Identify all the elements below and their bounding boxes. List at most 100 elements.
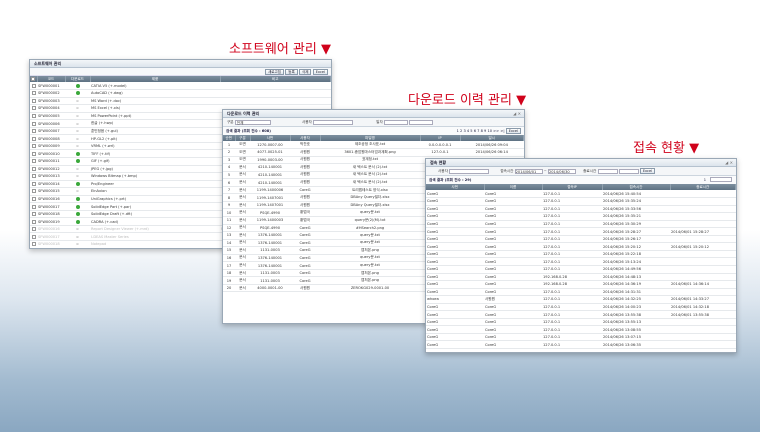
download-excel-button[interactable]: Excel	[505, 128, 521, 134]
type-select[interactable]: 전체	[234, 119, 271, 125]
row-checkbox[interactable]	[30, 157, 37, 166]
checkbox[interactable]	[31, 91, 36, 96]
row-checkbox[interactable]	[30, 112, 37, 121]
row-checkbox[interactable]	[30, 172, 37, 181]
table-row[interactable]: CoreG CoreG 192.168.0.28 2014/06/26 14:36:1…	[426, 280, 736, 289]
checkbox[interactable]	[31, 196, 36, 201]
date-start-input[interactable]	[383, 119, 408, 125]
table-row[interactable]: CoreG CoreG 127.0.0.1 2014/06/26 13:07:15	[426, 333, 736, 342]
table-row[interactable]: CoreG CoreG 127.0.0.1 2014/06/26 14:00:23 20…	[426, 303, 736, 312]
row-checkbox[interactable]	[30, 119, 37, 128]
start-date-input[interactable]: 2014/06/01	[514, 168, 543, 174]
checkbox[interactable]	[31, 83, 36, 88]
row-checkbox[interactable]	[30, 217, 37, 226]
row-checkbox[interactable]	[30, 142, 37, 151]
checkbox[interactable]	[31, 113, 36, 118]
row-checkbox[interactable]	[30, 210, 37, 219]
checkbox[interactable]	[31, 121, 36, 126]
refresh-button[interactable]: 새로고침	[265, 69, 284, 75]
table-row[interactable]: SFW000001 CATIA V5 (+.model)	[30, 82, 331, 91]
row-checkbox[interactable]	[30, 104, 37, 113]
table-cell: CoreG	[426, 280, 484, 289]
delete-button[interactable]: 삭제	[298, 69, 312, 75]
checkbox[interactable]	[31, 212, 36, 217]
access-user-input[interactable]	[449, 168, 490, 174]
row-checkbox[interactable]	[30, 149, 37, 158]
table-row[interactable]: CoreG CoreG 127.0.0.1 2014/06/26 14:31:31	[426, 288, 736, 297]
checkbox[interactable]	[31, 242, 36, 247]
row-checkbox[interactable]	[30, 240, 37, 248]
row-checkbox[interactable]	[30, 248, 37, 249]
table-row[interactable]: CoreG CoreG 127.0.0.1 2014/06/26 15:33:56	[426, 205, 736, 214]
end-time-input-2[interactable]	[618, 168, 639, 174]
row-checkbox[interactable]	[30, 82, 37, 91]
checkbox[interactable]	[31, 227, 36, 232]
table-row[interactable]: CoreG CoreG 127.0.0.1 2014/06/26 15:30:29	[426, 220, 736, 229]
table-row[interactable]: CoreG CoreG 127.0.0.1 2014/06/26 15:20:12 20…	[426, 242, 736, 251]
row-checkbox[interactable]	[30, 195, 37, 204]
table-row[interactable]: CoreG CoreG 127.0.0.1 2014/06/26 15:22:18	[426, 250, 736, 259]
checkbox[interactable]	[31, 174, 36, 179]
row-checkbox[interactable]	[30, 127, 37, 136]
access-page[interactable]: 1	[704, 176, 706, 184]
checkbox[interactable]	[31, 144, 36, 149]
row-checkbox[interactable]	[30, 225, 37, 234]
date-end-input[interactable]	[409, 119, 434, 125]
table-cell: 사원원	[484, 295, 542, 304]
table-row[interactable]: SFW000003 o MS Word (+.doc)	[30, 97, 331, 106]
checkbox[interactable]	[31, 219, 36, 224]
table-row[interactable]: CoreG CoreG 127.0.0.1 2014/06/26 15:35:24	[426, 197, 736, 206]
checkbox[interactable]	[31, 129, 36, 134]
table-cell: #HSearch2.png	[320, 224, 420, 233]
table-row[interactable]: whoea 사원원 127.0.0.1 2014/06/26 14:32:25 2014…	[426, 295, 736, 304]
table-row[interactable]: CoreG CoreG 127.0.0.1 2014/06/26 13:55:13	[426, 318, 736, 327]
table-row[interactable]: 1 도면 1270-0007-00 박찬호 제조공정 조사표.txt 0.0.0.0.0.…	[223, 141, 524, 150]
table-row[interactable]: CoreG CoreG 127.0.0.1 2014/06/26 15:40:54	[426, 190, 736, 199]
row-checkbox[interactable]	[30, 134, 37, 143]
checkbox[interactable]	[31, 189, 36, 194]
row-checkbox[interactable]	[30, 180, 37, 189]
product-cell: Pro/Engineer	[90, 180, 220, 189]
checkbox[interactable]	[31, 166, 36, 171]
table-row[interactable]: SFW000002 AutoCAD (+.dwg)	[30, 89, 331, 98]
table-row[interactable]: CoreG CoreG 127.0.0.1 2014/06/26 13:08:55	[426, 325, 736, 334]
table-row[interactable]: CoreG CoreG 127.0.0.1 2014/06/26 14:49:56	[426, 265, 736, 274]
checkbox[interactable]	[31, 181, 36, 186]
row-checkbox[interactable]	[30, 89, 37, 98]
table-row[interactable]: CoreG CoreG 127.0.0.1 2014/06/26 15:28:27 20…	[426, 227, 736, 236]
window-controls-icon[interactable]: ◢ ✕	[725, 159, 733, 167]
table-row[interactable]: CoreG CoreG 127.0.0.1 2014/06/26 15:26:17	[426, 235, 736, 244]
table-row[interactable]: CoreG CoreG 127.0.0.1 2014/06/26 13:06:35	[426, 340, 736, 349]
check-circle-icon	[75, 151, 80, 156]
row-checkbox[interactable]	[30, 202, 37, 211]
checkbox[interactable]	[31, 136, 36, 141]
excel-button[interactable]: Excel	[312, 69, 328, 75]
register-button[interactable]: 등록	[285, 69, 298, 75]
checkbox[interactable]	[31, 204, 36, 209]
table-row[interactable]: 2 도면 4077-0025-01 사원원 3601.종업원마스터업과계획.png 127…	[223, 148, 524, 157]
access-excel-button[interactable]: Excel	[639, 168, 656, 174]
table-cell: 16	[223, 254, 235, 263]
checkbox[interactable]	[31, 98, 36, 103]
user-input[interactable]	[313, 119, 354, 125]
table-row[interactable]: CoreG CoreG 127.0.0.1 2014/06/26 15:35:21	[426, 212, 736, 221]
table-row[interactable]: CoreG CoreG 127.0.0.1 2014/06/26 15:13:24	[426, 257, 736, 266]
checkbox[interactable]	[31, 159, 36, 164]
pagination[interactable]: 1 2 3 4 5 6 7 8 9 10 >> >|	[457, 129, 505, 133]
row-checkbox[interactable]	[30, 97, 37, 106]
table-cell	[670, 212, 736, 221]
checkbox[interactable]	[31, 106, 36, 111]
row-checkbox[interactable]	[30, 187, 37, 196]
table-cell: 사원원	[290, 156, 320, 165]
checkbox[interactable]	[31, 151, 36, 156]
table-row[interactable]: CoreG CoreG 192.168.0.28 2014/06/26 14:48:1…	[426, 273, 736, 282]
window-controls-icon[interactable]: ◢ ✕	[513, 110, 521, 118]
table-row[interactable]: CoreG CoreG 127.0.0.1 2014/06/26 13:55:38 20…	[426, 310, 736, 319]
row-checkbox[interactable]	[30, 165, 37, 174]
row-checkbox[interactable]	[30, 232, 37, 241]
end-date-input[interactable]: 2014/06/30	[547, 168, 576, 174]
checkbox[interactable]	[31, 234, 36, 239]
page-size-select[interactable]	[710, 177, 732, 182]
table-cell: CoreG	[426, 265, 484, 274]
end-time-input[interactable]	[597, 168, 618, 174]
